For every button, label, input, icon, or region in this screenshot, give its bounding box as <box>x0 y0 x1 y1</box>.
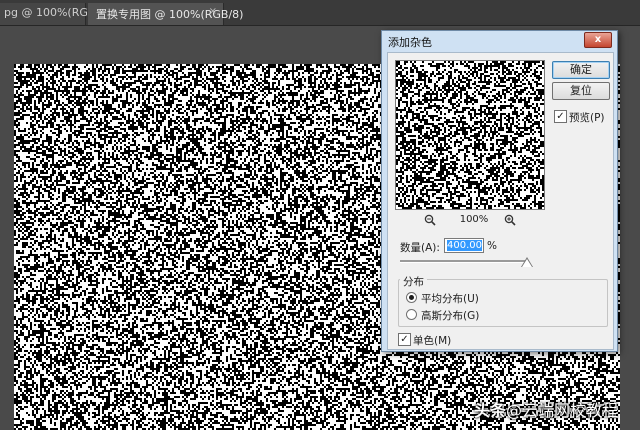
amount-slider-thumb[interactable] <box>522 259 532 267</box>
close-dialog-button[interactable]: x <box>584 32 612 48</box>
uniform-option[interactable]: 平均分布(U) <box>406 291 506 305</box>
watermark-prefix: 头条 <box>474 401 507 420</box>
uniform-radio-label: 平均分布(U) <box>421 293 479 305</box>
dialog-title: 添加杂色 <box>388 36 432 49</box>
amount-unit: % <box>487 240 497 252</box>
preview-checkbox-label: 预览(P) <box>569 112 605 124</box>
watermark-text: @云端网校教程 <box>506 401 619 420</box>
distribution-title: 分布 <box>400 274 427 289</box>
amount-input[interactable]: 400.00 <box>444 238 484 253</box>
zoom-in-icon[interactable] <box>504 214 516 226</box>
amount-slider-track[interactable] <box>400 260 528 263</box>
ok-button[interactable]: 确定 <box>552 61 610 79</box>
gaussian-option[interactable]: 高斯分布(G) <box>406 308 506 322</box>
document-tab-bar: pg @ 100%(RGB/8) 置换专用图 @ 100%(RGB/8) × <box>0 0 640 26</box>
dialog-client: 100% 确定 复位 ✓ 预览(P) 数量(A): 400.00 % 分布 平均… <box>387 52 614 350</box>
preview-option[interactable]: ✓ 预览(P) <box>554 110 612 124</box>
gaussian-radio[interactable] <box>406 309 417 320</box>
reset-button[interactable]: 复位 <box>552 82 610 100</box>
amount-label: 数量(A): <box>400 242 440 254</box>
watermark: 头条@云端网校教程 <box>474 397 618 421</box>
preview-zoom-controls: 100% <box>424 214 520 228</box>
uniform-radio[interactable] <box>406 292 417 303</box>
close-tab-icon[interactable]: × <box>209 6 217 17</box>
preview-checkbox[interactable]: ✓ <box>554 110 567 123</box>
monochromatic-label: 单色(M) <box>413 335 452 347</box>
filter-preview[interactable] <box>395 60 545 210</box>
monochromatic-checkbox[interactable]: ✓ <box>398 333 411 346</box>
gaussian-radio-label: 高斯分布(G) <box>421 310 480 322</box>
zoom-level: 100% <box>459 214 489 225</box>
amount-value: 400.00 <box>447 240 482 251</box>
add-noise-dialog: 添加杂色 x 100% 确定 复位 ✓ 预览(P) 数量(A): 400.00 … <box>381 30 618 352</box>
document-tab-2-label: 置换专用图 @ 100%(RGB/8) <box>96 8 244 21</box>
document-tab-2[interactable]: 置换专用图 @ 100%(RGB/8) × <box>88 3 243 25</box>
monochromatic-option[interactable]: ✓ 单色(M) <box>398 333 478 347</box>
document-tab-1[interactable]: pg @ 100%(RGB/8) <box>0 3 110 25</box>
vertical-scrollbar[interactable] <box>620 26 640 430</box>
preview-noise-image <box>396 61 544 209</box>
dialog-titlebar[interactable]: 添加杂色 x <box>382 31 617 51</box>
zoom-out-icon[interactable] <box>424 214 436 226</box>
